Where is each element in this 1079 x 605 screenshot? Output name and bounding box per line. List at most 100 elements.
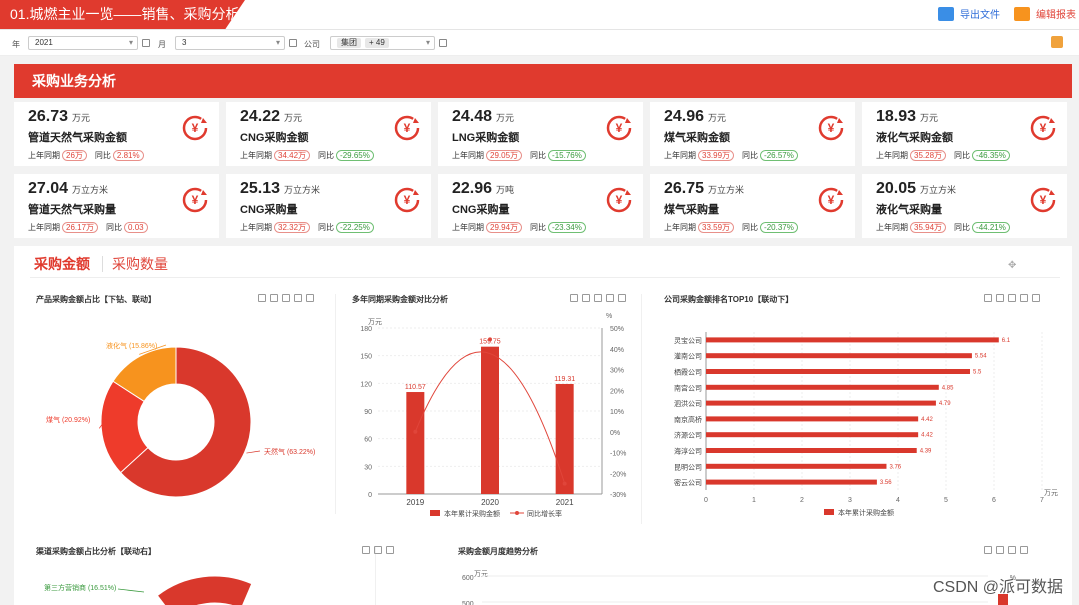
growth-point bbox=[562, 481, 567, 486]
download-icon[interactable] bbox=[606, 294, 614, 302]
kpi-value: 24.22 万元 bbox=[240, 108, 303, 125]
bar-value-label: 110.57 bbox=[405, 384, 426, 391]
bar-value-label: 5.5 bbox=[973, 370, 982, 376]
x-tick-label: 0 bbox=[704, 497, 708, 504]
combo-chart: 万元% 0 30 60 90 120 150 180 50% 40% 30% 20% 10% 0% -10%… bbox=[360, 313, 626, 518]
yuan-icon: ¥ bbox=[606, 115, 632, 141]
x-tick-label: 2019 bbox=[406, 498, 424, 507]
kpi-card[interactable]: 22.96 万吨 CNG采购量 上年同期 29.94万 同比 -23.34% ¥ bbox=[438, 174, 643, 238]
kpi-value: 26.75 万立方米 bbox=[664, 180, 745, 197]
company-select[interactable]: 集团 + 49 ▾ bbox=[330, 36, 435, 50]
download-icon[interactable] bbox=[294, 294, 302, 302]
edit-report-button[interactable]: 编辑报表 bbox=[1014, 6, 1076, 21]
tab-purchase-amount[interactable]: 采购金额 bbox=[34, 254, 90, 274]
kpi-name: 煤气采购量 bbox=[664, 204, 719, 216]
table-icon[interactable] bbox=[996, 546, 1004, 554]
y2-tick-label: 40% bbox=[610, 347, 624, 354]
prev-period-badge: 32.32万 bbox=[274, 222, 311, 233]
kpi-card[interactable]: 26.75 万立方米 煤气采购量 上年同期 33.59万 同比 -20.37% ¥ bbox=[650, 174, 855, 238]
chart-icon[interactable] bbox=[282, 294, 290, 302]
chart-icon[interactable] bbox=[1008, 294, 1016, 302]
month-select[interactable]: 3 ▾ bbox=[175, 36, 285, 50]
filter-icon[interactable] bbox=[439, 39, 447, 47]
kpi-card[interactable]: 24.22 万元 CNG采购金额 上年同期 34.42万 同比 -29.65% ¥ bbox=[226, 102, 431, 166]
y-tick-label: 灵宝公司 bbox=[674, 336, 702, 345]
y-tick-label: 600 bbox=[462, 575, 474, 582]
bar-value-label: 6.1 bbox=[1002, 338, 1011, 344]
bar-value-label: 5.54 bbox=[975, 354, 987, 360]
kpi-name: CNG采购量 bbox=[240, 204, 298, 216]
section-title: 采购业务分析 bbox=[14, 64, 1072, 98]
kpi-card[interactable]: 20.05 万立方米 液化气采购量 上年同期 35.94万 同比 -44.21% ¥ bbox=[862, 174, 1067, 238]
zoom-icon[interactable] bbox=[570, 294, 578, 302]
x-tick-label: 2 bbox=[800, 497, 804, 504]
export-button[interactable]: 导出文件 bbox=[938, 6, 1000, 21]
settings-button[interactable] bbox=[1051, 36, 1063, 48]
yoy-badge: -22.25% bbox=[336, 222, 374, 233]
bar-value-label: 4.39 bbox=[920, 449, 932, 455]
chart-icon[interactable] bbox=[386, 546, 394, 554]
channel-label: 第三方营销商 (16.51%) bbox=[44, 583, 116, 592]
zoom-icon[interactable] bbox=[984, 546, 992, 554]
kpi-card[interactable]: 25.13 万立方米 CNG采购量 上年同期 32.32万 同比 -22.25% ¥ bbox=[226, 174, 431, 238]
year-select[interactable]: 2021 ▾ bbox=[28, 36, 138, 50]
yuan-icon: ¥ bbox=[394, 187, 420, 213]
yoy-badge: 2.81% bbox=[112, 150, 144, 161]
y-tick-label: 30 bbox=[364, 464, 372, 471]
kpi-card[interactable]: 24.48 万元 LNG采购金额 上年同期 29.05万 同比 -15.76% ¥ bbox=[438, 102, 643, 166]
table-icon[interactable] bbox=[996, 294, 1004, 302]
zoom-icon[interactable] bbox=[258, 294, 266, 302]
kpi-compare: 上年同期 29.05万 同比 -15.76% bbox=[452, 150, 594, 161]
y-tick-label: 密云公司 bbox=[674, 478, 702, 487]
refresh-icon[interactable] bbox=[618, 294, 626, 302]
donut-chart: 天然气 (63.22%) 煤气 (20.92%) 液化气 (15.86%) bbox=[46, 341, 315, 498]
x-tick-label: 5 bbox=[944, 497, 948, 504]
slice-label: 煤气 (20.92%) bbox=[46, 415, 90, 424]
kpi-card[interactable]: 26.73 万元 管道天然气采购金额 上年同期 26万 同比 2.81% ¥ bbox=[14, 102, 219, 166]
kpi-name: CNG采购量 bbox=[452, 204, 510, 216]
refresh-icon[interactable] bbox=[1032, 294, 1040, 302]
chart-toolbar bbox=[362, 546, 394, 554]
label-leader bbox=[246, 450, 261, 454]
yoy-badge: -20.37% bbox=[760, 222, 798, 233]
table-icon[interactable] bbox=[582, 294, 590, 302]
kpi-card[interactable]: 24.96 万元 煤气采购金额 上年同期 33.99万 同比 -26.57% ¥ bbox=[650, 102, 855, 166]
filter-icon[interactable] bbox=[142, 39, 150, 47]
download-icon[interactable] bbox=[1020, 546, 1028, 554]
chart-icon[interactable] bbox=[594, 294, 602, 302]
kpi-card[interactable]: 27.04 万立方米 管道天然气采购量 上年同期 26.17万 同比 0.03 ¥ bbox=[14, 174, 219, 238]
watermark-text: CSDN @派可数据 bbox=[932, 579, 1063, 596]
move-icon[interactable]: ✥ bbox=[1008, 260, 1016, 271]
kpi-value: 27.04 万立方米 bbox=[28, 180, 109, 197]
zoom-icon[interactable] bbox=[362, 546, 370, 554]
tab-purchase-quantity[interactable]: 采购数量 bbox=[112, 254, 168, 274]
x-tick-label: 7 bbox=[1040, 497, 1044, 504]
filter-icon[interactable] bbox=[289, 39, 297, 47]
y-tick-label: 60 bbox=[364, 437, 372, 444]
bar-value-label: 4.42 bbox=[921, 417, 933, 423]
chart-icon[interactable] bbox=[1008, 546, 1016, 554]
bar bbox=[706, 353, 972, 359]
growth-point bbox=[413, 429, 418, 434]
chart-toolbar bbox=[984, 294, 1040, 302]
table-icon[interactable] bbox=[374, 546, 382, 554]
y2-tick-label: -10% bbox=[610, 451, 626, 458]
kpi-name: LNG采购金额 bbox=[452, 132, 520, 144]
bar bbox=[706, 400, 936, 406]
x-tick-label: 1 bbox=[752, 497, 756, 504]
bar bbox=[706, 463, 887, 469]
chart-toolbar bbox=[984, 546, 1028, 554]
legend-marker bbox=[515, 511, 519, 515]
y-tick-label: 0 bbox=[368, 492, 372, 499]
kpi-card[interactable]: 18.93 万元 液化气采购金额 上年同期 35.28万 同比 -46.35% ¥ bbox=[862, 102, 1067, 166]
download-icon[interactable] bbox=[1020, 294, 1028, 302]
channel-donut: 第三方营销商 (16.51%) bbox=[44, 576, 252, 605]
yuan-icon: ¥ bbox=[394, 115, 420, 141]
y2-tick-label: -30% bbox=[610, 492, 626, 499]
yuan-icon: ¥ bbox=[1030, 187, 1056, 213]
prev-period-badge: 33.99万 bbox=[698, 150, 735, 161]
kpi-compare: 上年同期 35.28万 同比 -46.35% bbox=[876, 150, 1018, 161]
zoom-icon[interactable] bbox=[984, 294, 992, 302]
table-icon[interactable] bbox=[270, 294, 278, 302]
refresh-icon[interactable] bbox=[306, 294, 314, 302]
